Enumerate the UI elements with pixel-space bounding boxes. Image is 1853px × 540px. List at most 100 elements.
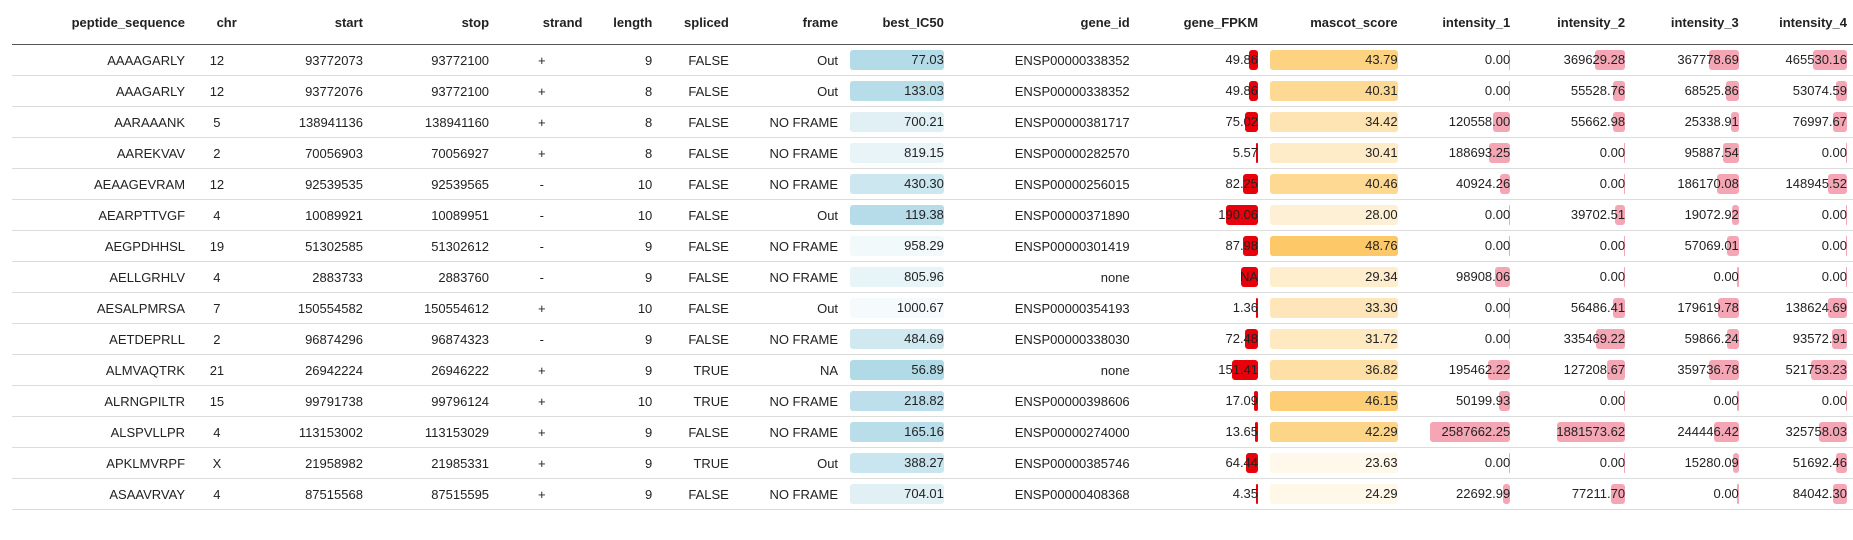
intensity-2-value: 0.00	[1600, 455, 1625, 470]
intensity-3-value: 19072.92	[1685, 207, 1739, 222]
spliced-value: TRUE	[693, 363, 728, 378]
col-header-intensity-3[interactable]: intensity_3	[1631, 0, 1745, 45]
cell-gene-id: ENSP00000301419	[950, 231, 1136, 262]
col-header-gene-fpkm[interactable]: gene_FPKM	[1136, 0, 1264, 45]
table-row[interactable]	[12, 510, 1853, 540]
table-row[interactable]: AAAGARLY129377207693772100+8FALSEOut133.…	[12, 76, 1853, 107]
intensity-3-value: 68525.86	[1685, 83, 1739, 98]
intensity-1-value: 0.00	[1485, 238, 1510, 253]
table-row[interactable]: ASAAVRVAY48751556887515595+9FALSENO FRAM…	[12, 479, 1853, 510]
mascot-score-cell-visual: 30.41	[1270, 143, 1398, 163]
stop-value: 51302612	[431, 239, 489, 254]
cell-best-IC50: 805.96	[844, 262, 950, 293]
spliced-value: TRUE	[693, 394, 728, 409]
col-header-intensity-2[interactable]: intensity_2	[1516, 0, 1631, 45]
intensity-1-cell-visual: 22692.99	[1410, 484, 1511, 504]
intensity-4-cell-visual: 138624.69	[1751, 298, 1847, 318]
col-header-length[interactable]: length	[588, 0, 658, 45]
table-row[interactable]: AARAAANK5138941136138941160+8FALSENO FRA…	[12, 107, 1853, 138]
best-IC50-cell-visual: 700.21	[850, 112, 944, 132]
cell-stop: 70056927	[369, 138, 495, 169]
best-IC50-value: 218.82	[904, 393, 944, 408]
gene-FPKM-value: 5.57	[1233, 145, 1258, 160]
table-row[interactable]: AELLGRHLV428837332883760-9FALSENO FRAME8…	[12, 262, 1853, 293]
intensity-3-cell-visual: 0.00	[1637, 391, 1739, 411]
frame-value: NO FRAME	[769, 270, 838, 285]
table-row[interactable]: AEGPDHHSL195130258551302612-9FALSENO FRA…	[12, 231, 1853, 262]
best-IC50-cell-visual: 133.03	[850, 81, 944, 101]
table-row[interactable]: AEARPTTVGF41008992110089951-10FALSEOut11…	[12, 200, 1853, 231]
col-header-intensity-4[interactable]: intensity_4	[1745, 0, 1853, 45]
intensity-3-cell-visual: 359736.78	[1637, 360, 1739, 380]
mascot-score-value: 28.00	[1365, 207, 1398, 222]
table-row[interactable]: AETDEPRLL29687429696874323-9FALSENO FRAM…	[12, 324, 1853, 355]
cell-best-IC50: 133.03	[844, 76, 950, 107]
gene-id-value: ENSP00000398606	[1015, 394, 1130, 409]
table-row[interactable]: AAREKVAV27005690370056927+8FALSENO FRAME…	[12, 138, 1853, 169]
col-header-stop[interactable]: stop	[369, 0, 495, 45]
intensity-2-cell-visual: 39702.51	[1522, 205, 1625, 225]
intensity-1-value: 0.00	[1485, 207, 1510, 222]
stop-value: 87515595	[431, 487, 489, 502]
cell-intensity-2: 39702.51	[1516, 200, 1631, 231]
col-header-start[interactable]: start	[243, 0, 369, 45]
peptide-sequence-value: ALRNGPILTR	[104, 394, 185, 409]
intensity-4-value: 148945.52	[1786, 176, 1847, 191]
stop-value: 2883760	[438, 270, 489, 285]
table-row[interactable]: ALSPVLLPR4113153002113153029+9FALSENO FR…	[12, 417, 1853, 448]
col-header-intensity-1[interactable]: intensity_1	[1404, 0, 1517, 45]
start-value: 138941136	[299, 115, 363, 130]
cell-intensity-2: 77211.70	[1516, 479, 1631, 510]
cell-intensity-2: 335469.22	[1516, 324, 1631, 355]
gene-id-value: ENSP00000354193	[1015, 301, 1130, 316]
intensity-4-value: 0.00	[1822, 269, 1847, 284]
chr-value: 4	[213, 425, 220, 440]
peptide-table: peptide_sequence chr start stop strand l…	[12, 0, 1853, 540]
intensity-4-cell-visual: 84042.30	[1751, 484, 1847, 504]
intensity-2-value: 0.00	[1600, 145, 1625, 160]
table-row[interactable]: AAAAGARLY129377207393772100+9FALSEOut77.…	[12, 45, 1853, 76]
cell-intensity-1: 2587662.25	[1404, 417, 1517, 448]
col-header-mascot-score[interactable]: mascot_score	[1264, 0, 1404, 45]
spliced-value: FALSE	[688, 270, 728, 285]
cell-gene-FPKM: 64.44	[1136, 448, 1264, 479]
intensity-3-value: 15280.09	[1685, 455, 1739, 470]
cell-frame: NO FRAME	[735, 169, 844, 200]
col-header-best-ic50[interactable]: best_IC50	[844, 0, 950, 45]
cell-stop: 92539565	[369, 169, 495, 200]
cell-start: 113153002	[243, 417, 369, 448]
intensity-3-cell-visual: 0.00	[1637, 267, 1739, 287]
table-row[interactable]: AEAAGEVRAM129253953592539565-10FALSENO F…	[12, 169, 1853, 200]
cell-best-IC50: 700.21	[844, 107, 950, 138]
cell-chr	[191, 510, 243, 540]
peptide-sequence-value: AESALPMRSA	[97, 301, 185, 316]
table-row[interactable]: APKLMVRPFX2195898221985331+9TRUEOut388.2…	[12, 448, 1853, 479]
table-row[interactable]: AESALPMRSA7150554582150554612+10FALSEOut…	[12, 293, 1853, 324]
cell-mascot-score: 36.82	[1264, 355, 1404, 386]
peptide-sequence-value: AEAAGEVRAM	[94, 177, 185, 192]
cell-peptide-sequence: ALMVAQTRK	[12, 355, 191, 386]
cell-intensity-3: 15280.09	[1631, 448, 1745, 479]
cell-length: 8	[588, 107, 658, 138]
col-header-gene-id[interactable]: gene_id	[950, 0, 1136, 45]
cell-intensity-3: 68525.86	[1631, 76, 1745, 107]
cell-spliced: FALSE	[658, 324, 735, 355]
intensity-3-value: 25338.91	[1685, 114, 1739, 129]
col-header-peptide-sequence[interactable]: peptide_sequence	[12, 0, 191, 45]
gene-FPKM-cell-visual: 5.57	[1142, 143, 1258, 163]
mascot-score-value: 40.31	[1365, 83, 1398, 98]
gene-FPKM-value: 82.25	[1225, 176, 1258, 191]
mascot-score-cell-visual: 23.63	[1270, 453, 1398, 473]
gene-id-value: none	[1101, 270, 1130, 285]
cell-stop: 21985331	[369, 448, 495, 479]
col-header-frame[interactable]: frame	[735, 0, 844, 45]
col-header-chr[interactable]: chr	[191, 0, 243, 45]
mascot-score-value: 23.63	[1365, 455, 1398, 470]
cell-strand: -	[495, 262, 588, 293]
col-header-strand[interactable]: strand	[495, 0, 588, 45]
intensity-2-cell-visual: 0.00	[1522, 453, 1625, 473]
table-row[interactable]: ALRNGPILTR159979173899796124+10TRUENO FR…	[12, 386, 1853, 417]
intensity-1-cell-visual: 0.00	[1410, 329, 1511, 349]
table-row[interactable]: ALMVAQTRK212694222426946222+9TRUENA56.89…	[12, 355, 1853, 386]
col-header-spliced[interactable]: spliced	[658, 0, 735, 45]
